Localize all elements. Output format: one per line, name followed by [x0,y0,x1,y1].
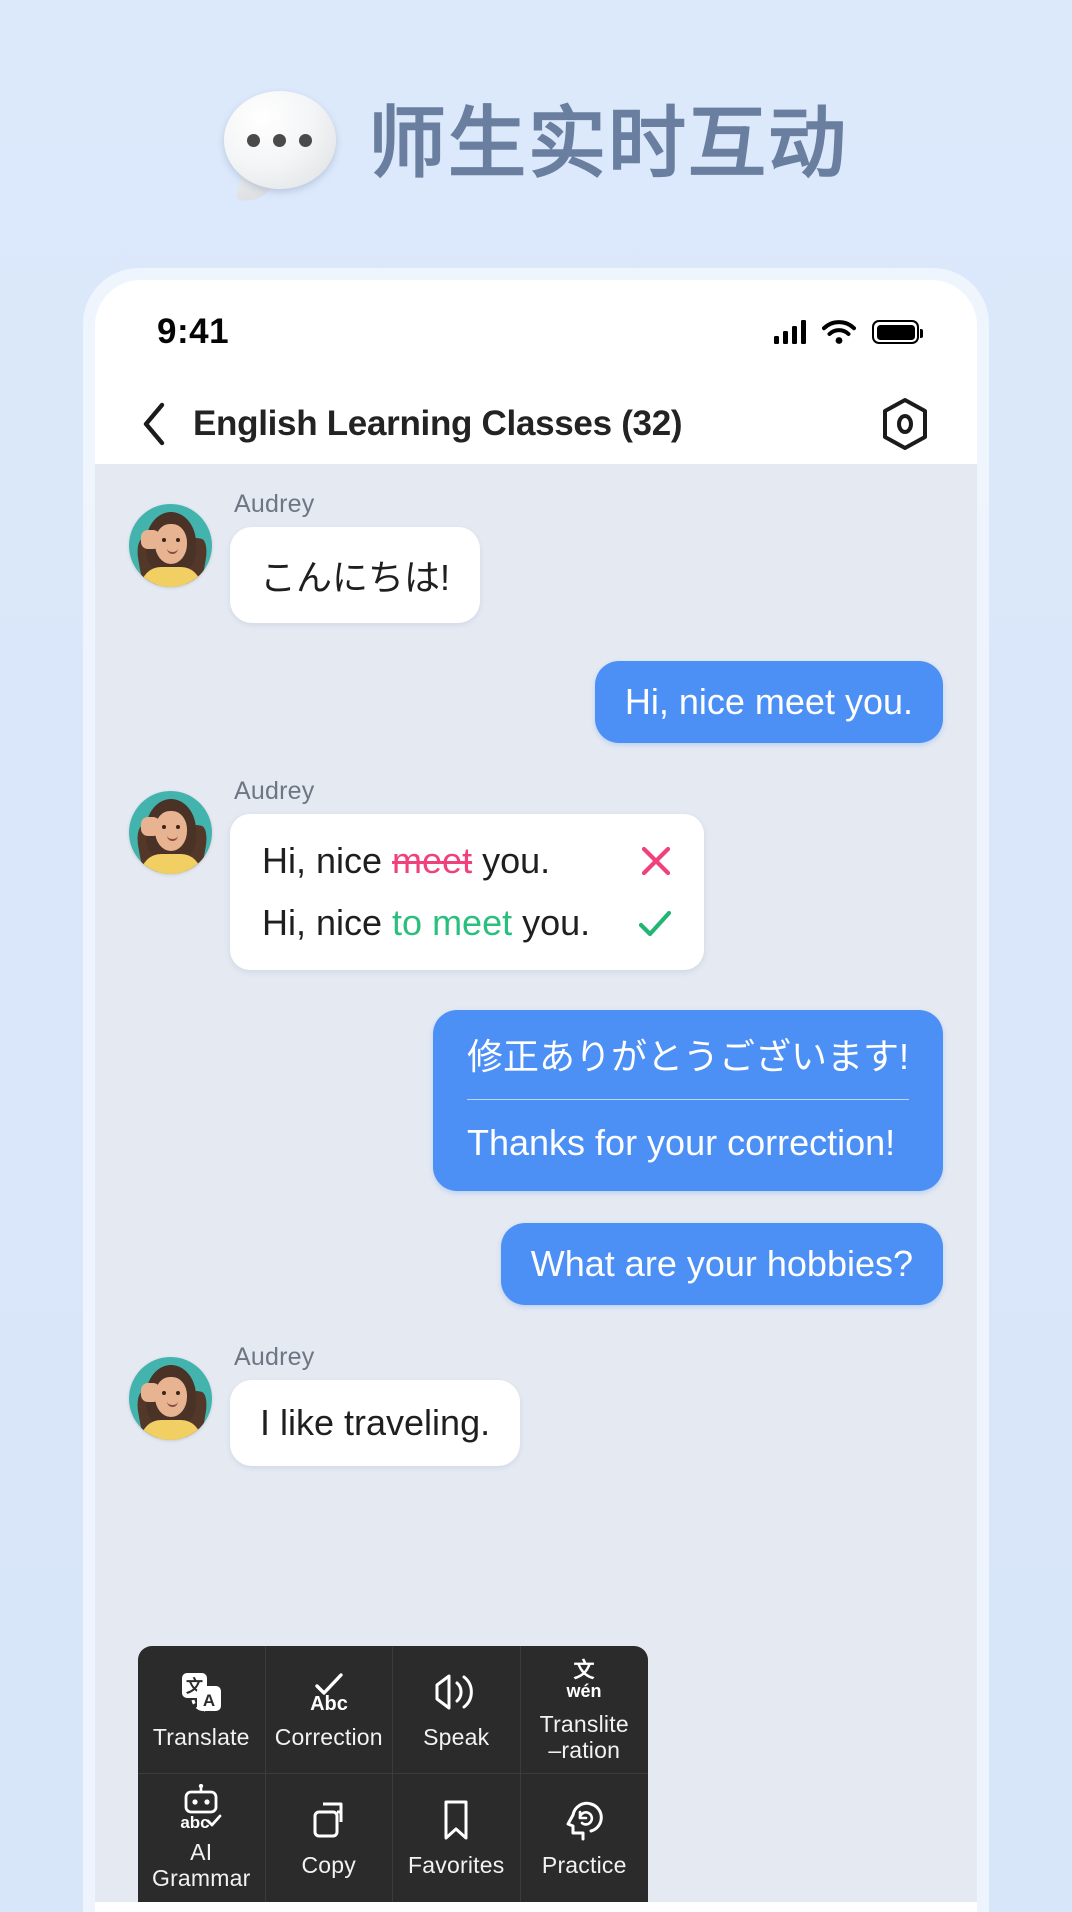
correction-suffix: you. [472,840,551,881]
context-menu-label: Favorites [408,1852,505,1879]
chevron-left-icon [143,402,165,446]
context-menu-item-translate[interactable]: 文 A Translate [138,1646,266,1774]
copy-icon [307,1797,351,1843]
divider [466,1099,909,1100]
context-menu-item-favorites[interactable]: Favorites [393,1774,521,1902]
svg-text:A: A [203,1691,215,1710]
context-menu-label: Copy [301,1852,356,1879]
context-menu-label: Correction [274,1723,383,1750]
status-bar: 9:41 [95,280,977,384]
avatar[interactable] [129,504,212,587]
chat-message-outgoing: Hi, nice meet you. [129,661,943,743]
speech-bubble-dots-icon [223,91,342,207]
chat-message-incoming: Audrey I like traveling. [129,1343,943,1466]
correction-prefix: Hi, nice [262,840,393,881]
message-secondary-text: Thanks for your correction! [466,1122,896,1163]
settings-button[interactable] [879,398,931,450]
check-icon [614,903,676,943]
chat-message-outgoing: 修正ありがとうございます! Thanks for your correction… [129,1010,943,1191]
phone-mockup: 9:41 English Learning Classes (32) Audre… [83,268,989,1912]
hexagon-settings-icon [883,398,927,450]
context-menu-label: Speak [423,1723,490,1750]
wen-transliteration-icon: 文 wén [560,1656,608,1702]
head-refresh-icon [561,1797,607,1843]
cross-icon [614,841,676,881]
page-title: English Learning Classes (32) [193,404,683,443]
context-menu-item-speak[interactable]: Speak [393,1646,521,1774]
robot-abc-check-icon: abc [174,1784,228,1830]
wifi-icon [822,319,856,344]
message-bubble[interactable]: Hi, nice meet you. [594,661,943,743]
correction-prefix: Hi, nice [262,902,393,943]
context-menu-label: Translite –ration [539,1710,629,1763]
hero-banner: 师生实时互动 [0,0,1072,268]
context-menu-item-ai-grammar[interactable]: abc AI Grammar [138,1774,266,1902]
context-menu-item-practice[interactable]: Practice [521,1774,649,1902]
message-sender-name: Audrey [234,490,315,518]
message-primary-text: 修正ありがとうございます! [466,1036,909,1077]
context-menu-item-correction[interactable]: Abc Correction [265,1646,393,1774]
message-context-menu: 文 A Translate Abc Correction Speak 文 wén… [138,1646,648,1902]
message-bubble[interactable]: こんにちは! [230,527,481,623]
chat-message-incoming: Audrey Hi, nice meet you. Hi, nice to me… [129,777,943,970]
correction-fixed-word: to meet [392,902,513,943]
message-bubble[interactable]: I like traveling. [230,1380,521,1466]
translate-icon: 文 A [179,1669,223,1715]
context-menu-label: Translate [152,1723,250,1750]
correction-fixed-line: Hi, nice to meet you. [262,902,676,944]
context-menu-item-transliteration[interactable]: 文 wén Translite –ration [520,1646,648,1774]
message-sender-name: Audrey [234,1343,315,1371]
check-abc-icon: Abc [303,1669,355,1715]
svg-text:abc: abc [181,1813,210,1830]
chat-message-outgoing: What are your hobbies? [129,1223,943,1305]
svg-text:wén: wén [566,1681,602,1701]
correction-wrong-word: meet [392,840,473,881]
message-sender-name: Audrey [234,777,315,805]
context-menu-label: AI Grammar [151,1839,251,1891]
correction-original-line: Hi, nice meet you. [262,840,676,882]
context-menu-label: Practice [541,1852,627,1879]
nav-bar: English Learning Classes (32) [95,384,977,464]
message-bubble-dual[interactable]: 修正ありがとうございます! Thanks for your correction… [432,1010,943,1191]
context-menu-item-copy[interactable]: Copy [266,1774,393,1902]
status-bar-clock: 9:41 [157,312,230,351]
correction-suffix: you. [512,902,591,943]
svg-text:文: 文 [574,1658,596,1682]
message-bubble[interactable]: What are your hobbies? [500,1223,943,1305]
cellular-signal-icon [773,320,806,344]
svg-text:Abc: Abc [310,1693,348,1714]
correction-card[interactable]: Hi, nice meet you. Hi, nice to meet you. [230,814,705,970]
back-button[interactable] [131,401,177,447]
hero-title: 师生实时互动 [367,99,848,187]
speaker-icon [430,1669,482,1715]
avatar[interactable] [129,1357,212,1440]
bookmark-icon [436,1797,476,1843]
chat-message-incoming: Audrey こんにちは! [129,490,943,623]
chat-messages-area[interactable]: Audrey こんにちは! Hi, nice meet you. Audrey [95,464,977,1902]
avatar[interactable] [129,791,212,874]
battery-full-icon [872,320,923,344]
